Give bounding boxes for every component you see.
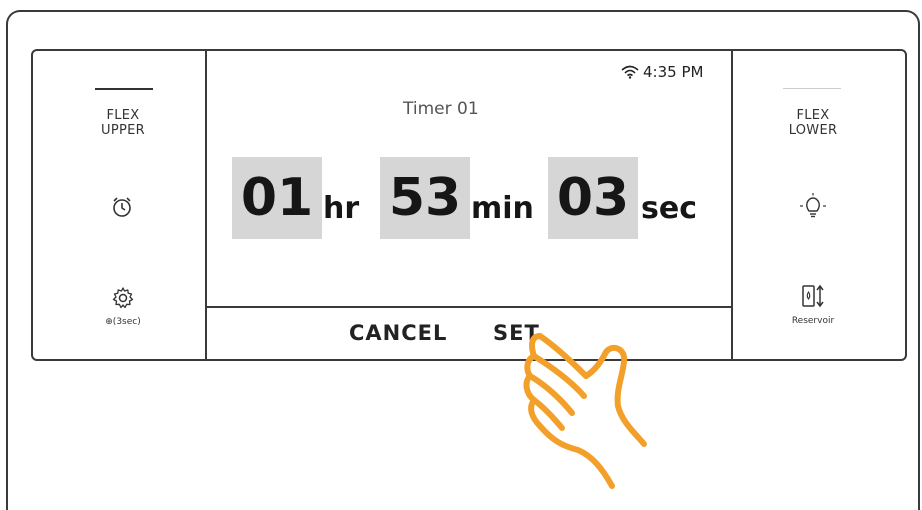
minutes-unit-label: min [471, 191, 534, 226]
gear-icon[interactable] [111, 286, 135, 314]
flex-upper-button[interactable]: FLEX UPPER [73, 108, 173, 138]
flex-lower-button[interactable]: FLEX LOWER [763, 108, 863, 138]
seconds-unit-label: sec [641, 191, 697, 226]
reservoir-icon[interactable] [801, 283, 827, 313]
flex-lower-label-line2: LOWER [788, 123, 838, 138]
action-bar-divider [205, 306, 733, 308]
hand-pointer-icon [523, 333, 647, 489]
settings-hold-hint: ⊕(3sec) [105, 317, 141, 327]
light-bulb-icon[interactable] [798, 192, 828, 226]
hours-unit-label: hr [323, 191, 360, 226]
alarm-clock-icon[interactable] [109, 194, 135, 224]
flex-upper-label-line1: FLEX [106, 108, 140, 123]
flex-upper-label-line2: UPPER [101, 123, 145, 138]
flex-lower-indicator-bar [783, 88, 841, 89]
status-time: 4:35 PM [643, 63, 704, 81]
flex-lower-label-line1: FLEX [796, 108, 830, 123]
timer-title: Timer 01 [403, 99, 479, 119]
left-divider [205, 51, 207, 359]
reservoir-label: Reservoir [791, 316, 835, 326]
minutes-field[interactable]: 53 [380, 157, 470, 239]
control-panel: FLEX UPPER ⊕(3sec) 4:35 PM Timer 01 01 h… [31, 49, 907, 361]
cancel-button[interactable]: CANCEL [349, 321, 447, 345]
seconds-field[interactable]: 03 [548, 157, 638, 239]
right-divider [731, 51, 733, 359]
hours-field[interactable]: 01 [232, 157, 322, 239]
flex-upper-indicator-bar [95, 88, 153, 90]
wifi-icon [621, 64, 639, 83]
